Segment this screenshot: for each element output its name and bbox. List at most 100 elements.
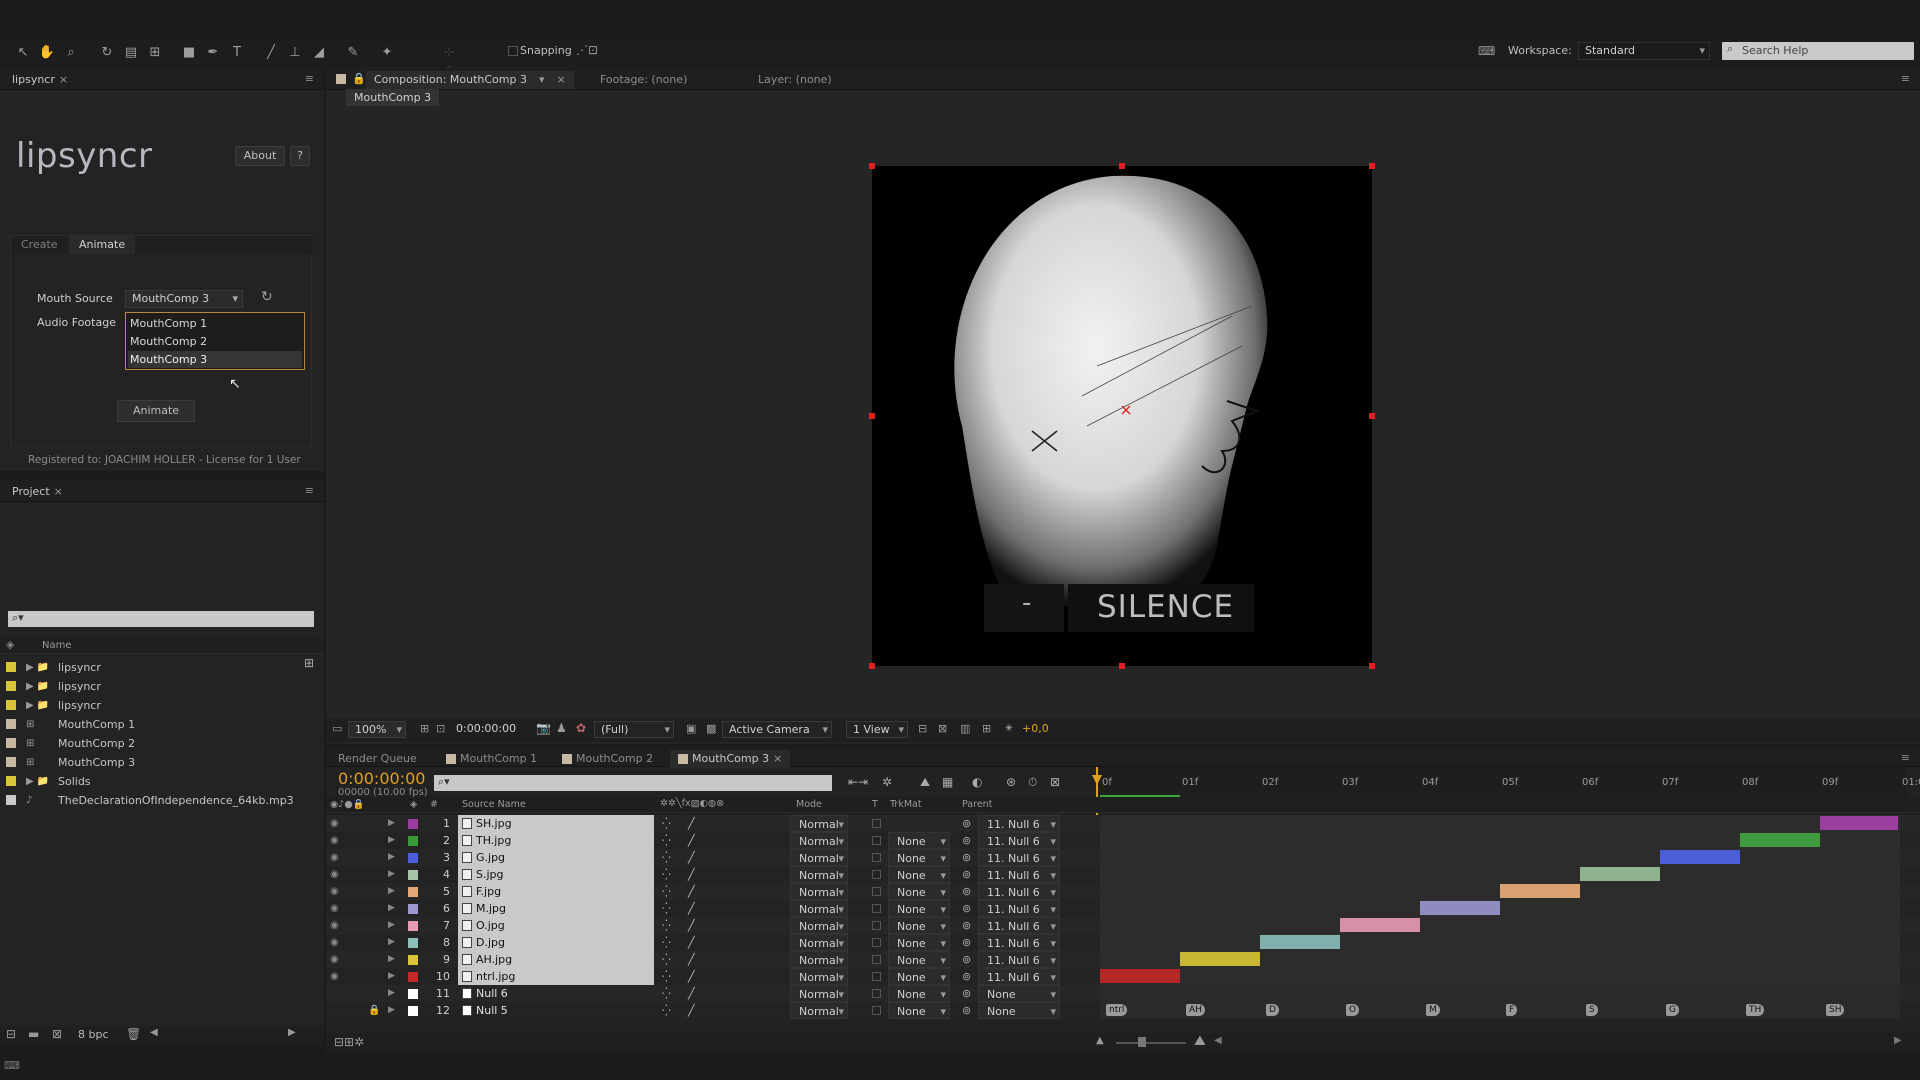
layer-parent-select[interactable]: 11. Null 6 ▾: [978, 917, 1060, 934]
zoom-out-icon[interactable]: ▲: [1096, 1035, 1104, 1046]
layer-mode-select[interactable]: Normal ▾: [790, 1002, 848, 1019]
layer-label-swatch[interactable]: [408, 972, 418, 982]
tab-lipsyncr[interactable]: lipsyncr ×: [4, 71, 76, 89]
zoom-tool-icon[interactable]: ⌕: [62, 45, 80, 61]
quality-switch-icon[interactable]: ╱: [688, 1002, 695, 1019]
layer-label-swatch[interactable]: [408, 989, 418, 999]
expand-arrow-icon[interactable]: ▶: [388, 1002, 395, 1019]
selection-handle[interactable]: [869, 413, 875, 419]
layer-track[interactable]: [1100, 849, 1900, 866]
layer-label-swatch[interactable]: [408, 1006, 418, 1016]
animate-button[interactable]: Animate: [117, 400, 195, 422]
layer-trkmat-select[interactable]: None ▾: [888, 900, 950, 917]
preserve-transparency-checkbox[interactable]: [872, 1006, 881, 1015]
layer-mode-select[interactable]: Normal ▾: [790, 883, 848, 900]
eye-icon[interactable]: ◉: [330, 883, 339, 900]
eye-icon[interactable]: ◉: [330, 866, 339, 883]
layer-row[interactable]: ▶ 11 Null 6 ⁛ ╱ Normal ▾ None ▾ ⊚ None ▾: [326, 985, 1920, 1002]
rectangle-tool-icon[interactable]: ■: [180, 45, 198, 61]
tab-composition[interactable]: Composition: MouthComp 3 ▾ ×: [366, 71, 574, 89]
quality-switch-icon[interactable]: ╱: [688, 968, 695, 985]
flowchart-icon[interactable]: ⊞: [982, 722, 991, 735]
layer-trkmat-select[interactable]: None ▾: [888, 917, 950, 934]
snapping-options-icon[interactable]: ⋰⊡: [576, 43, 598, 57]
eye-icon[interactable]: ◉: [330, 934, 339, 951]
layer-source-name[interactable]: O.jpg: [458, 917, 654, 934]
layer-mode-select[interactable]: Normal ▾: [790, 900, 848, 917]
zoom-select[interactable]: 100% ▾: [348, 721, 406, 738]
layer-row[interactable]: ◉ ▶ 7 O.jpg ⁛ ╱ Normal ▾ None ▾ ⊚ 11. Null 6 ▾: [326, 917, 1920, 934]
quality-switch-icon[interactable]: ╱: [688, 951, 695, 968]
help-button[interactable]: ?: [290, 146, 310, 166]
layer-parent-select[interactable]: 11. Null 6 ▾: [978, 832, 1060, 849]
zoom-in-icon[interactable]: ⛰: [1194, 1033, 1206, 1049]
preserve-transparency-checkbox[interactable]: [872, 921, 881, 930]
expand-arrow-icon[interactable]: ▶: [388, 985, 395, 1002]
layer-parent-select[interactable]: 11. Null 6 ▾: [978, 900, 1060, 917]
layer-duration-bar[interactable]: [1340, 918, 1420, 932]
project-item[interactable]: ⊞ MouthComp 3: [0, 753, 324, 772]
pan-behind-tool-icon[interactable]: ⊞: [146, 45, 164, 61]
eye-icon[interactable]: ◉: [330, 951, 339, 968]
clone-stamp-tool-icon[interactable]: ⊥: [286, 45, 304, 61]
collapse-transform-icon[interactable]: ⁛: [662, 815, 671, 832]
layer-source-name[interactable]: S.jpg: [458, 866, 654, 883]
trash-icon[interactable]: 🗑: [126, 1027, 141, 1041]
quality-switch-icon[interactable]: ╱: [688, 832, 695, 849]
region-of-interest-icon[interactable]: ▣: [686, 722, 696, 735]
tab-mouthcomp-3[interactable]: MouthComp 3 ×: [670, 750, 791, 768]
tab-animate[interactable]: Animate: [69, 236, 136, 254]
layer-source-name[interactable]: M.jpg: [458, 900, 654, 917]
expand-arrow-icon[interactable]: ▶: [388, 917, 395, 934]
text-tool-icon[interactable]: T: [228, 45, 246, 61]
selection-handle[interactable]: [1119, 663, 1125, 669]
layer-row[interactable]: ◉ ▶ 4 S.jpg ⁛ ╱ Normal ▾ None ▾ ⊚ 11. Null 6 ▾: [326, 866, 1920, 883]
layer-source-name[interactable]: TH.jpg: [458, 832, 654, 849]
collapse-transform-icon[interactable]: ⁛: [662, 934, 671, 951]
quality-switch-icon[interactable]: ╱: [688, 883, 695, 900]
view-layout-select[interactable]: 1 View ▾: [846, 721, 908, 738]
playhead-icon[interactable]: [1092, 775, 1102, 785]
project-item[interactable]: ▶ 📁 lipsyncr: [0, 658, 324, 677]
preserve-transparency-checkbox[interactable]: [872, 972, 881, 981]
layer-label-swatch[interactable]: [408, 887, 418, 897]
pick-whip-icon[interactable]: ⊚: [962, 1002, 971, 1019]
zoom-slider-handle[interactable]: [1138, 1037, 1146, 1047]
pick-whip-icon[interactable]: ⊚: [962, 866, 971, 883]
label-color-swatch[interactable]: [6, 776, 16, 786]
tab-mouthcomp-2[interactable]: MouthComp 2: [554, 750, 661, 768]
eye-icon[interactable]: ◉: [330, 900, 339, 917]
selection-tool-icon[interactable]: ↖: [14, 45, 32, 61]
layer-marker[interactable]: S: [1586, 1004, 1598, 1016]
layer-label-swatch[interactable]: [408, 904, 418, 914]
selection-handle[interactable]: [1369, 413, 1375, 419]
exposure-icon[interactable]: ✴: [1004, 721, 1014, 735]
layer-track[interactable]: [1100, 815, 1900, 832]
pen-tool-icon[interactable]: ✒: [204, 45, 222, 61]
panel-menu-icon[interactable]: ≡: [1901, 72, 1910, 85]
layer-parent-select[interactable]: 11. Null 6 ▾: [978, 883, 1060, 900]
panel-menu-icon[interactable]: ≡: [1901, 751, 1910, 764]
layer-marker[interactable]: D: [1266, 1004, 1279, 1016]
layer-row[interactable]: ◉ ▶ 1 SH.jpg ⁛ ╱ Normal ▾ ⊚ 11. Null 6 ▾: [326, 815, 1920, 832]
layer-duration-bar[interactable]: [1580, 867, 1660, 881]
interpret-footage-icon[interactable]: ⊟: [6, 1027, 16, 1041]
viewer-timecode[interactable]: 0:00:00:00: [456, 722, 516, 735]
pick-whip-icon[interactable]: ⊚: [962, 985, 971, 1002]
layer-track[interactable]: [1100, 917, 1900, 934]
layer-duration-bar[interactable]: [1260, 935, 1340, 949]
selection-handle[interactable]: [1369, 163, 1375, 169]
preserve-transparency-checkbox[interactable]: [872, 955, 881, 964]
brush-tool-icon[interactable]: ╱: [262, 45, 280, 61]
quality-switch-icon[interactable]: ╱: [688, 866, 695, 883]
fast-previews-icon[interactable]: ⊠: [938, 722, 947, 735]
tab-project[interactable]: Project ×: [4, 483, 71, 501]
label-color-swatch[interactable]: [6, 795, 16, 805]
layer-trkmat-select[interactable]: None ▾: [888, 849, 950, 866]
preserve-transparency-checkbox[interactable]: [872, 836, 881, 845]
tab-footage[interactable]: Footage: (none): [592, 71, 695, 89]
selection-handle[interactable]: [869, 163, 875, 169]
label-color-swatch[interactable]: [6, 757, 16, 767]
label-color-swatch[interactable]: [6, 700, 16, 710]
dropdown-option-selected[interactable]: MouthComp 3: [128, 351, 302, 368]
